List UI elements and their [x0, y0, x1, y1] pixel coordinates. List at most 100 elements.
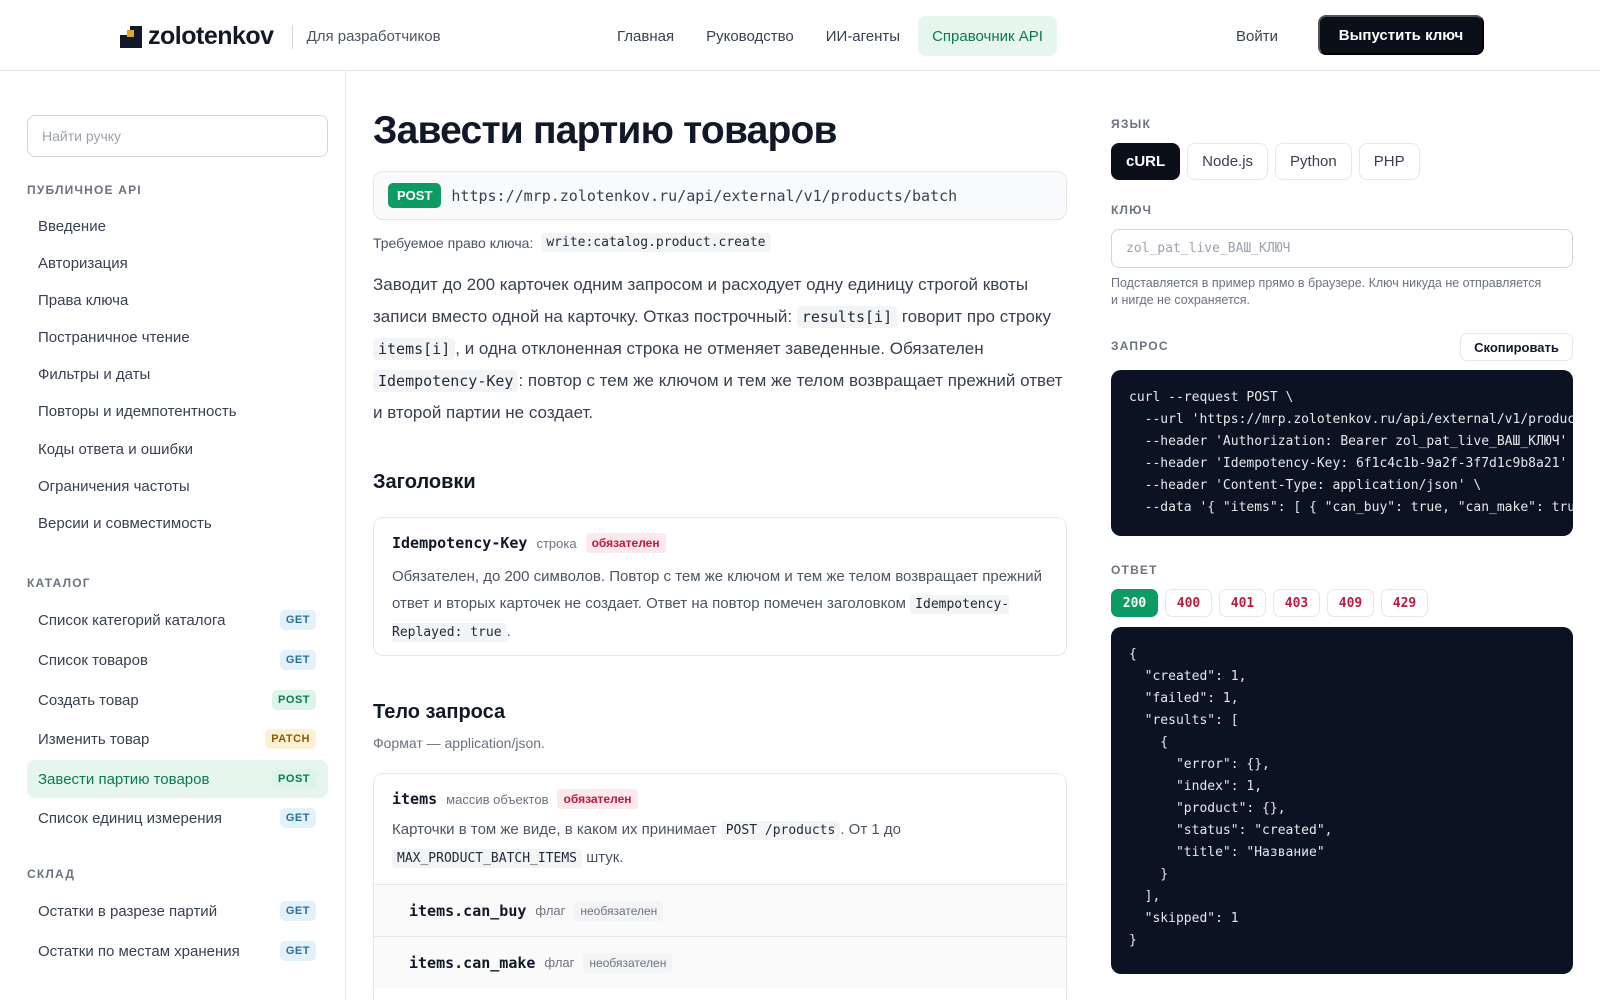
sidebar-item-units-list[interactable]: Список единиц измерения GET: [27, 800, 328, 836]
sub-param-row: items.can_make флаг необязателен: [374, 936, 1066, 988]
method-badge: GET: [279, 650, 316, 670]
sidebar-item-auth[interactable]: Авторизация: [27, 245, 328, 281]
method-badge: GET: [279, 808, 316, 828]
status-tab-409[interactable]: 409: [1327, 589, 1374, 617]
request-code: curl --request POST \ --url 'https://mrp…: [1129, 390, 1573, 515]
permission-code: write:catalog.product.create: [541, 233, 771, 252]
desc-code: Idempotency-Key: [373, 370, 519, 392]
nav-home[interactable]: Главная: [603, 16, 688, 56]
main-content: Завести партию товаров POST https://mrp.…: [346, 71, 1076, 1000]
status-tabs: 200 400 401 403 409 429: [1111, 589, 1435, 617]
sidebar-section-catalog: КАТАЛОГ: [27, 576, 91, 590]
headers-section-title: Заголовки: [373, 471, 476, 493]
param-type: флаг: [544, 955, 575, 970]
main-nav: Главная Руководство ИИ-агенты Справочник…: [603, 16, 1061, 56]
optional-badge: необязателен: [574, 900, 664, 921]
param-head: items массив объектов обязателен: [392, 789, 1048, 809]
body-param-card: items массив объектов обязателен Карточк…: [373, 773, 1067, 1000]
sidebar-item-label: Повторы и идемпотентность: [38, 402, 237, 420]
sidebar-item-batch-products[interactable]: Завести партию товаров POST: [27, 760, 328, 798]
param-desc-text: .: [506, 623, 511, 640]
status-tab-400[interactable]: 400: [1165, 589, 1212, 617]
login-link[interactable]: Войти: [1236, 16, 1278, 56]
response-code: { "created": 1, "failed": 1, "results": …: [1129, 647, 1333, 948]
sidebar-item-key-rights[interactable]: Права ключа: [27, 282, 328, 318]
param-head: Idempotency-Key строка обязателен: [392, 533, 1048, 553]
response-label: ОТВЕТ: [1111, 563, 1158, 577]
api-key-input[interactable]: [1111, 229, 1573, 268]
sidebar-item-product-list[interactable]: Список товаров GET: [27, 642, 328, 678]
brand-logo[interactable]: zolotenkov Для разработчиков: [120, 22, 441, 51]
sidebar-item-label: Список товаров: [38, 651, 148, 669]
desc-code: results[i]: [796, 306, 898, 328]
required-badge: обязателен: [585, 533, 666, 553]
copy-button[interactable]: Скопировать: [1460, 333, 1573, 361]
status-tab-403[interactable]: 403: [1273, 589, 1320, 617]
param-description: Обязателен, до 200 символов. Повтор с те…: [392, 563, 1048, 646]
sidebar-item-update-product[interactable]: Изменить товар PATCH: [27, 721, 328, 757]
brand-mark-icon: [120, 25, 142, 48]
method-badge: POST: [388, 183, 442, 208]
param-description: Карточки в том же виде, в каком их прини…: [392, 816, 1048, 872]
desc-text: , и одна отклоненная строка не отменяет …: [455, 339, 984, 358]
method-badge: POST: [272, 690, 316, 710]
permission-label: Требуемое право ключа:: [373, 234, 534, 251]
param-desc-text: Карточки в том же виде, в каком их прини…: [392, 821, 717, 838]
status-tab-200[interactable]: 200: [1111, 589, 1158, 617]
sidebar-section-warehouse: СКЛАД: [27, 867, 76, 881]
response-code-block[interactable]: { "created": 1, "failed": 1, "results": …: [1111, 627, 1573, 974]
lang-tab-curl[interactable]: cURL: [1111, 143, 1181, 180]
method-badge: PATCH: [265, 729, 316, 749]
param-type: флаг: [535, 903, 566, 918]
sidebar-item-stock-by-location[interactable]: Остатки по местам хранения GET: [27, 933, 328, 969]
sidebar-item-versions[interactable]: Версии и совместимость: [27, 505, 328, 541]
nav-ai-agents[interactable]: ИИ-агенты: [812, 16, 914, 56]
sidebar-item-idempotency[interactable]: Повторы и идемпотентность: [27, 393, 328, 429]
desc-text: говорит про строку: [901, 307, 1052, 326]
desc-code: items[i]: [373, 338, 456, 360]
method-badge: GET: [279, 610, 316, 630]
status-tab-401[interactable]: 401: [1219, 589, 1266, 617]
request-label: ЗАПРОС: [1111, 339, 1169, 353]
language-label: ЯЗЫК: [1111, 117, 1152, 131]
sidebar-item-label: Создать товар: [38, 691, 139, 709]
method-badge: POST: [272, 769, 316, 789]
sidebar-item-label: Ограничения частоты: [38, 477, 190, 495]
sidebar-item-rate-limits[interactable]: Ограничения частоты: [27, 468, 328, 504]
required-permission: Требуемое право ключа: write:catalog.pro…: [373, 233, 771, 252]
sidebar-item-label: Коды ответа и ошибки: [38, 440, 194, 458]
method-badge: GET: [279, 901, 316, 921]
lang-tab-python[interactable]: Python: [1275, 143, 1352, 180]
param-name: items.can_buy: [409, 901, 527, 920]
sidebar-item-label: Остатки в разрезе партий: [38, 902, 218, 920]
status-tab-429[interactable]: 429: [1381, 589, 1428, 617]
nav-guide[interactable]: Руководство: [692, 16, 808, 56]
issue-key-button[interactable]: Выпустить ключ: [1318, 15, 1484, 55]
page-title: Завести партию товаров: [373, 109, 838, 152]
sidebar-item-errors[interactable]: Коды ответа и ошибки: [27, 431, 328, 467]
sidebar-item-label: Остатки по местам хранения: [38, 942, 240, 960]
sidebar-item-stock-by-batch[interactable]: Остатки в разрезе партий GET: [27, 893, 328, 929]
nav-api-reference[interactable]: Справочник API: [918, 16, 1057, 56]
sidebar-item-intro[interactable]: Введение: [27, 208, 328, 244]
param-name: items.can_make: [409, 953, 536, 972]
body-section-title: Тело запроса: [373, 701, 506, 723]
lang-tab-nodejs[interactable]: Node.js: [1187, 143, 1269, 180]
param-desc-text: . От 1 до: [840, 821, 901, 838]
lang-tab-php[interactable]: PHP: [1358, 143, 1420, 180]
param-desc-text: штук.: [586, 849, 624, 866]
sidebar-section-public-api: ПУБЛИЧНОЕ API: [27, 183, 142, 197]
sidebar-item-create-product[interactable]: Создать товар POST: [27, 682, 328, 718]
sidebar-item-label: Постраничное чтение: [38, 328, 190, 346]
sidebar: ПУБЛИЧНОЕ API Введение Авторизация Права…: [0, 71, 346, 1000]
sidebar-item-filters[interactable]: Фильтры и даты: [27, 356, 328, 392]
sidebar-item-label: Список категорий каталога: [38, 611, 226, 629]
endpoint-bar: POST https://mrp.zolotenkov.ru/api/exter…: [373, 171, 1067, 220]
sidebar-item-category-list[interactable]: Список категорий каталога GET: [27, 602, 328, 638]
sidebar-item-label: Завести партию товаров: [38, 770, 210, 788]
endpoint-search-input[interactable]: [27, 115, 328, 157]
body-format: Формат — application/json.: [373, 735, 545, 751]
endpoint-description: Заводит до 200 карточек одним запросом и…: [373, 269, 1073, 429]
sidebar-item-pagination[interactable]: Постраничное чтение: [27, 319, 328, 355]
request-code-block[interactable]: curl --request POST \ --url 'https://mrp…: [1111, 370, 1573, 536]
